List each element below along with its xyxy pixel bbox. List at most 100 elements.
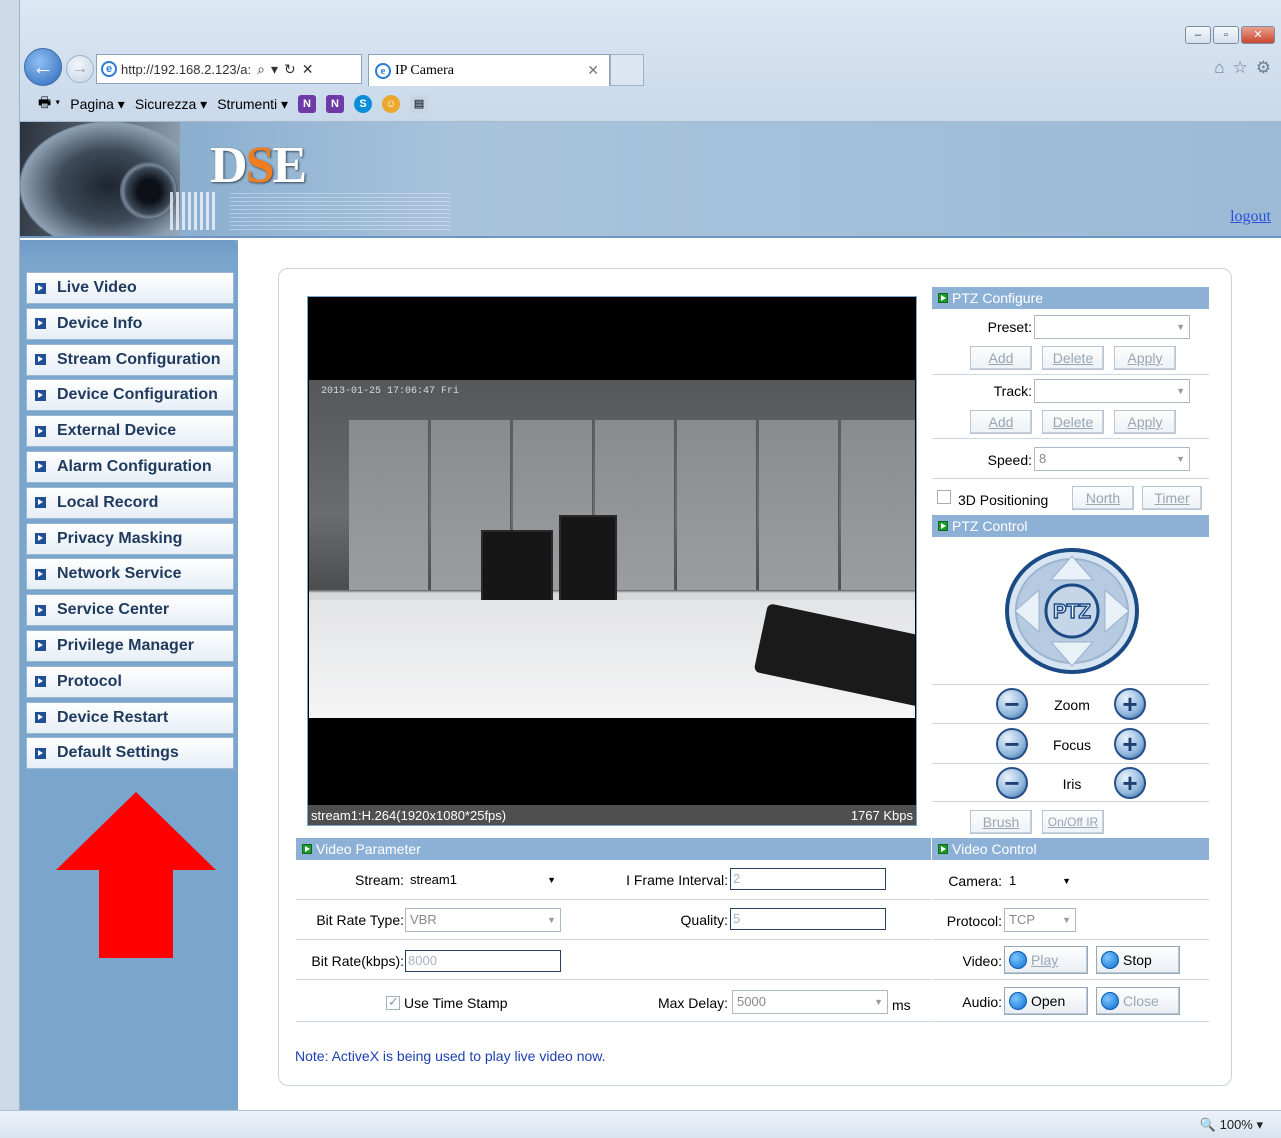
- camera-select[interactable]: 1 ▼: [1004, 869, 1076, 893]
- track-delete-button[interactable]: Delete: [1042, 410, 1104, 434]
- audio-close-button[interactable]: Close: [1096, 987, 1180, 1015]
- search-icon[interactable]: ⌕: [257, 61, 265, 78]
- camera-label: Camera:: [948, 873, 1002, 889]
- sidebar-item-local-record[interactable]: Local Record: [26, 486, 234, 519]
- track-apply-button[interactable]: Apply: [1114, 410, 1176, 434]
- video-player[interactable]: 2013-01-25 17:06:47 Fri stream1:H.264(19…: [307, 296, 917, 826]
- stop-button[interactable]: Stop: [1096, 946, 1180, 974]
- iris-open-button[interactable]: +: [1114, 767, 1146, 799]
- onoff-ir-button[interactable]: On/Off IR: [1042, 810, 1104, 834]
- quality-input[interactable]: 5: [730, 908, 886, 930]
- menu-sicurezza[interactable]: Sicurezza ▾: [135, 96, 207, 113]
- menu-strumenti[interactable]: Strumenti ▾: [217, 96, 288, 113]
- dse-logo: DSE: [210, 137, 307, 194]
- bullet-icon: [35, 712, 46, 724]
- bitrate-input[interactable]: 8000: [405, 950, 561, 972]
- onenote-icon[interactable]: N: [298, 95, 317, 113]
- sidebar-item-external-device[interactable]: External Device: [26, 415, 234, 448]
- logout-link[interactable]: logout: [1230, 208, 1271, 226]
- stream-select[interactable]: stream1 ▼: [405, 868, 561, 892]
- chevron-down-icon: ▼: [1062, 915, 1071, 925]
- messenger-icon[interactable]: ☺: [382, 95, 401, 113]
- max-delay-label: Max Delay:: [657, 995, 728, 1011]
- bitrate-type-value: VBR: [410, 912, 437, 927]
- banner-fine-print: [230, 190, 450, 230]
- stop-icon[interactable]: ✕: [302, 61, 314, 78]
- sidebar-item-label: Service Center: [57, 601, 170, 619]
- tab-ip-camera[interactable]: e IP Camera ✕: [368, 54, 610, 86]
- address-bar[interactable]: e http://192.168.2.123/a: ⌕ ▾ ↻ ✕: [96, 54, 362, 84]
- protocol-select[interactable]: TCP ▼: [1004, 908, 1076, 932]
- audio-label: Audio:: [962, 994, 1002, 1010]
- sidebar-item-default-settings[interactable]: Default Settings: [26, 737, 234, 770]
- iframe-interval-label: I Frame Interval:: [626, 872, 728, 888]
- sidebar-item-device-restart[interactable]: Device Restart: [26, 701, 234, 734]
- ptz-direction-pad[interactable]: PTZ: [1005, 548, 1139, 674]
- chevron-down-icon: ▼: [547, 875, 556, 885]
- sidebar-item-device-info[interactable]: Device Info: [26, 307, 234, 340]
- bullet-icon: [938, 521, 948, 531]
- sidebar-item-label: External Device: [57, 422, 177, 440]
- sidebar-item-label: Network Service: [57, 565, 182, 583]
- track-select[interactable]: ▼: [1034, 379, 1190, 403]
- close-icon[interactable]: ✕: [1241, 26, 1275, 44]
- dropdown-icon[interactable]: ▾: [271, 61, 278, 78]
- preset-apply-button[interactable]: Apply: [1114, 346, 1176, 370]
- refresh-icon[interactable]: ↻: [284, 61, 296, 78]
- preset-add-button[interactable]: Add: [970, 346, 1032, 370]
- sidebar-item-alarm-configuration[interactable]: Alarm Configuration: [26, 450, 234, 483]
- max-delay-select[interactable]: 5000 ▼: [732, 990, 888, 1014]
- onenote-linked-icon[interactable]: N: [326, 95, 345, 113]
- bitrate-type-select[interactable]: VBR ▼: [405, 908, 561, 932]
- play-button[interactable]: Play: [1004, 946, 1088, 974]
- bullet-icon: [35, 640, 46, 652]
- brush-button[interactable]: Brush: [970, 810, 1032, 834]
- iris-close-button[interactable]: −: [996, 767, 1028, 799]
- sidebar-item-stream-configuration[interactable]: Stream Configuration: [26, 343, 234, 376]
- maximize-icon[interactable]: ▫: [1213, 26, 1239, 44]
- focus-near-button[interactable]: −: [996, 728, 1028, 760]
- sidebar-item-service-center[interactable]: Service Center: [26, 594, 234, 627]
- focus-far-button[interactable]: +: [1114, 728, 1146, 760]
- zoom-out-button[interactable]: −: [996, 688, 1028, 720]
- tab-close-icon[interactable]: ✕: [587, 62, 599, 79]
- forward-button[interactable]: →: [66, 55, 94, 83]
- sidebar-item-label: Device Configuration: [57, 386, 218, 404]
- print-icon[interactable]: 🖶 ▾: [38, 92, 60, 116]
- page-tools-icon[interactable]: ▤: [410, 95, 429, 113]
- play-icon: [1009, 951, 1027, 969]
- sidebar-item-privacy-masking[interactable]: Privacy Masking: [26, 522, 234, 555]
- menu-pagina[interactable]: Pagina ▾: [70, 96, 125, 113]
- preset-select[interactable]: ▼: [1034, 315, 1190, 339]
- home-icon[interactable]: ⌂: [1214, 58, 1224, 78]
- speed-select[interactable]: 8 ▼: [1034, 447, 1190, 471]
- 3d-positioning-checkbox[interactable]: [937, 490, 951, 504]
- open-label: Open: [1031, 993, 1066, 1009]
- skype-icon[interactable]: S: [354, 95, 373, 113]
- bullet-icon: [35, 747, 46, 759]
- window-controls: – ▫ ✕: [1185, 26, 1275, 44]
- north-button[interactable]: North: [1072, 486, 1134, 510]
- minimize-icon[interactable]: –: [1185, 26, 1211, 44]
- sidebar-item-privilege-manager[interactable]: Privilege Manager: [26, 629, 234, 662]
- use-time-stamp-checkbox[interactable]: [386, 994, 400, 1010]
- back-button[interactable]: ←: [24, 48, 62, 86]
- favorites-icon[interactable]: ☆: [1233, 58, 1248, 78]
- sidebar-item-protocol[interactable]: Protocol: [26, 665, 234, 698]
- sidebar: Live Video Device Info Stream Configurat…: [20, 240, 238, 1110]
- audio-open-button[interactable]: Open: [1004, 987, 1088, 1015]
- iframe-interval-input[interactable]: 2: [730, 868, 886, 890]
- sidebar-item-device-configuration[interactable]: Device Configuration: [26, 379, 234, 412]
- sidebar-item-live-video[interactable]: Live Video: [26, 272, 234, 304]
- sidebar-item-network-service[interactable]: Network Service: [26, 558, 234, 591]
- new-tab-button[interactable]: [610, 54, 644, 86]
- preset-delete-button[interactable]: Delete: [1042, 346, 1104, 370]
- bullet-icon: [35, 282, 46, 294]
- zoom-in-button[interactable]: +: [1114, 688, 1146, 720]
- zoom-label: Zoom: [1054, 697, 1090, 713]
- focus-label: Focus: [1052, 737, 1092, 753]
- gear-icon[interactable]: ⚙: [1256, 58, 1271, 78]
- track-add-button[interactable]: Add: [970, 410, 1032, 434]
- zoom-level[interactable]: 🔍 100% ▾: [1200, 1117, 1263, 1133]
- timer-button[interactable]: Timer: [1142, 486, 1202, 510]
